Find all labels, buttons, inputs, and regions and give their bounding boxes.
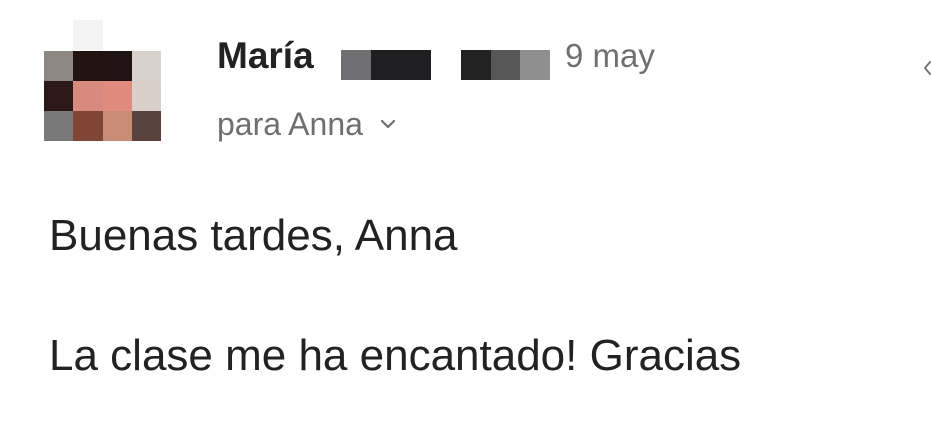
recipients-label: para Anna (217, 106, 363, 142)
recipients-toggle[interactable]: para Anna (217, 104, 397, 144)
left-arrow-icon[interactable] (924, 60, 931, 76)
message-date: 9 may (565, 37, 655, 74)
sender-name[interactable]: María (217, 34, 314, 78)
redacted-email-domain (461, 50, 550, 80)
message-greeting: Buenas tardes, Anna (49, 211, 458, 260)
chevron-down-icon (380, 119, 396, 129)
message-body-text: La clase me ha encantado! Gracias (49, 331, 742, 380)
sender-avatar[interactable] (44, 20, 161, 141)
redacted-email-address (341, 50, 431, 80)
